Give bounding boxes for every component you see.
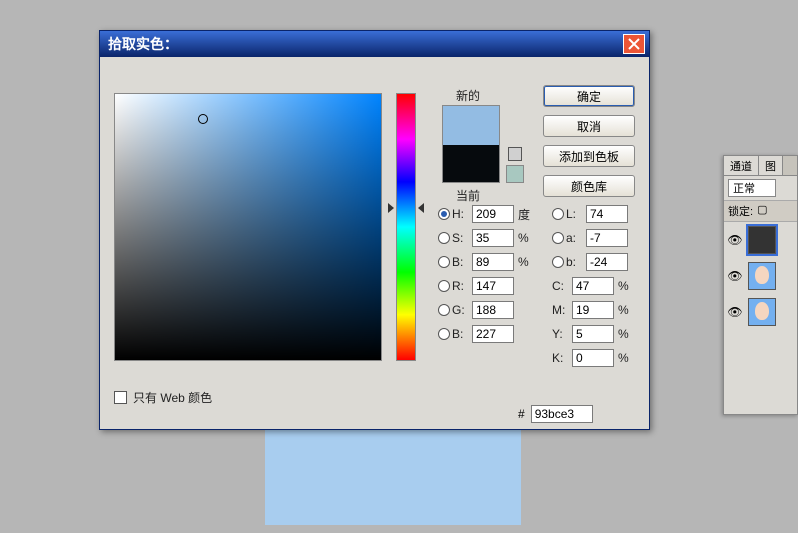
c-label: C: — [552, 279, 572, 293]
visibility-icon[interactable]: 👁 — [728, 233, 742, 247]
color-picker-dialog: 拾取实色： 新的 当前 确定 取消 添加到色板 颜色库 — [99, 30, 650, 430]
visibility-icon[interactable]: 👁 — [728, 269, 742, 283]
a-label: a: — [566, 231, 586, 245]
radio-r[interactable] — [438, 280, 450, 292]
a-input[interactable] — [586, 229, 628, 247]
hex-row: # — [518, 405, 593, 423]
c-input[interactable] — [572, 277, 614, 295]
dialog-title: 拾取实色： — [108, 34, 623, 54]
close-icon — [628, 38, 640, 50]
layers-panel: 通道 图 正常 锁定: ▢ 👁 👁 👁 — [723, 155, 798, 415]
color-preview — [442, 105, 500, 183]
r-label: R: — [452, 279, 472, 293]
radio-g[interactable] — [438, 304, 450, 316]
visibility-icon[interactable]: 👁 — [728, 305, 742, 319]
layer-item-0[interactable]: 👁 — [724, 222, 797, 258]
radio-a[interactable] — [552, 232, 564, 244]
cancel-button[interactable]: 取消 — [543, 115, 635, 137]
blend-mode-row: 正常 — [724, 176, 797, 200]
layer-item-1[interactable]: 👁 — [724, 258, 797, 294]
h-unit: 度 — [518, 206, 538, 223]
m-label: M: — [552, 303, 572, 317]
hex-prefix: # — [518, 407, 525, 421]
web-only-checkbox[interactable]: 只有 Web 颜色 — [114, 389, 212, 406]
k-input[interactable] — [572, 349, 614, 367]
websafe-swatch[interactable] — [506, 165, 524, 183]
bval-label: B: — [452, 255, 472, 269]
color-libraries-button[interactable]: 颜色库 — [543, 175, 635, 197]
lab-b-input[interactable] — [586, 253, 628, 271]
layer-item-2[interactable]: 👁 — [724, 294, 797, 330]
blend-mode-select[interactable]: 正常 — [728, 179, 776, 197]
lock-label: 锁定: — [728, 203, 753, 219]
radio-lab-b[interactable] — [552, 256, 564, 268]
lab-b-label: b: — [566, 255, 586, 269]
new-color-label: 新的 — [438, 87, 498, 104]
web-only-label: 只有 Web 颜色 — [133, 389, 212, 406]
value-grid: H: 度 L: S: % a: — [438, 205, 638, 373]
hue-pointer-left-icon — [388, 203, 394, 213]
h-input[interactable] — [472, 205, 514, 223]
h-label: H: — [452, 207, 472, 221]
lock-row: 锁定: ▢ — [724, 200, 797, 222]
tab-channels[interactable]: 通道 — [724, 156, 759, 175]
layer-thumb-1[interactable] — [748, 262, 776, 290]
checkbox-icon — [114, 391, 127, 404]
g-input[interactable] — [472, 301, 514, 319]
panel-tabs: 通道 图 — [724, 156, 797, 176]
m-unit: % — [618, 303, 638, 317]
radio-l[interactable] — [552, 208, 564, 220]
layer-thumb-0[interactable] — [748, 226, 776, 254]
g-label: G: — [452, 303, 472, 317]
s-label: S: — [452, 231, 472, 245]
add-swatch-button[interactable]: 添加到色板 — [543, 145, 635, 167]
s-input[interactable] — [472, 229, 514, 247]
radio-s[interactable] — [438, 232, 450, 244]
s-unit: % — [518, 231, 538, 245]
tab-layers[interactable]: 图 — [759, 156, 783, 175]
y-label: Y: — [552, 327, 572, 341]
radio-blue[interactable] — [438, 328, 450, 340]
bval-input[interactable] — [472, 253, 514, 271]
current-color-swatch[interactable] — [443, 145, 499, 183]
gamut-warning-icon[interactable] — [508, 147, 522, 161]
l-label: L: — [566, 207, 586, 221]
lock-transparency-icon[interactable]: ▢ — [757, 203, 767, 219]
blue-input[interactable] — [472, 325, 514, 343]
background-color-swatch — [265, 425, 521, 525]
hex-input[interactable] — [531, 405, 593, 423]
y-input[interactable] — [572, 325, 614, 343]
y-unit: % — [618, 327, 638, 341]
new-color-swatch[interactable] — [443, 106, 499, 145]
saturation-value-field[interactable] — [114, 93, 382, 361]
dialog-body: 新的 当前 确定 取消 添加到色板 颜色库 H: 度 L: — [100, 57, 649, 431]
button-column: 确定 取消 添加到色板 颜色库 — [543, 85, 635, 197]
radio-h[interactable] — [438, 208, 450, 220]
bval-unit: % — [518, 255, 538, 269]
c-unit: % — [618, 279, 638, 293]
ok-button[interactable]: 确定 — [543, 85, 635, 107]
m-input[interactable] — [572, 301, 614, 319]
r-input[interactable] — [472, 277, 514, 295]
hue-slider[interactable] — [396, 93, 426, 361]
titlebar[interactable]: 拾取实色： — [100, 31, 649, 57]
hue-pointer-right-icon — [418, 203, 424, 213]
layer-thumb-2[interactable] — [748, 298, 776, 326]
blue-label: B: — [452, 327, 472, 341]
radio-bval[interactable] — [438, 256, 450, 268]
k-label: K: — [552, 351, 572, 365]
sv-pointer-icon — [198, 114, 208, 124]
hue-bar[interactable] — [396, 93, 416, 361]
current-color-label: 当前 — [438, 187, 498, 204]
k-unit: % — [618, 351, 638, 365]
l-input[interactable] — [586, 205, 628, 223]
close-button[interactable] — [623, 34, 645, 54]
